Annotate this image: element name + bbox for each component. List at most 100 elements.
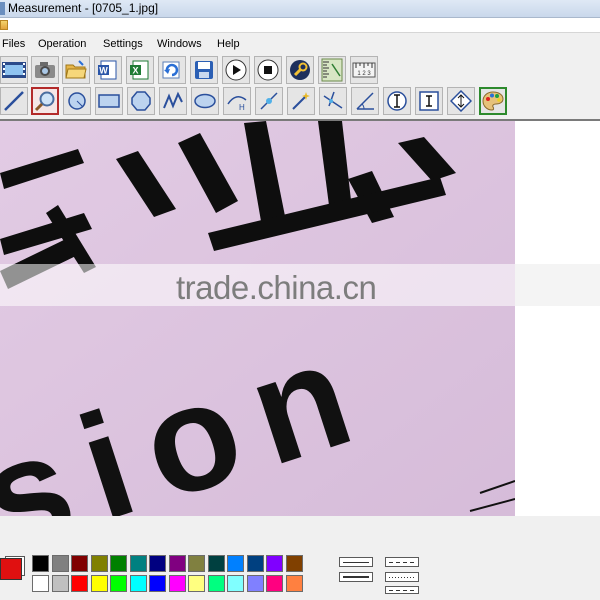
watermark-text: trade.china.cn <box>176 269 377 306</box>
color-swatch[interactable] <box>266 575 283 592</box>
color-swatch[interactable] <box>188 575 205 592</box>
zoom-tool-icon <box>34 91 55 112</box>
color-swatch[interactable] <box>168 575 186 592</box>
color-swatch[interactable] <box>110 575 127 592</box>
diamond-caliper-button[interactable] <box>447 87 475 115</box>
menu-windows[interactable]: Windows <box>157 38 202 50</box>
ruler-horizontal-button[interactable]: 1 2 3 <box>350 56 378 84</box>
camera-icon <box>35 62 55 78</box>
polygon-tool-button[interactable] <box>127 87 155 115</box>
point-measure-icon <box>260 92 278 110</box>
angle-icon <box>356 92 374 110</box>
perpendicular-icon <box>323 91 343 109</box>
rectangle-tool-button[interactable] <box>95 87 123 115</box>
color-swatch[interactable] <box>149 575 166 592</box>
svg-text:W: W <box>99 66 108 76</box>
color-swatch[interactable] <box>51 555 69 572</box>
video-capture-icon <box>2 62 26 78</box>
open-file-button[interactable] <box>62 56 90 84</box>
export-excel-button[interactable]: X <box>126 56 154 84</box>
svg-text:H: H <box>239 103 245 112</box>
image-canvas[interactable]: sion trade.china.cn <box>0 121 515 516</box>
color-swatch[interactable] <box>285 575 303 592</box>
perpendicular-button[interactable] <box>319 87 347 115</box>
word-export-icon: W <box>98 60 117 80</box>
color-swatch[interactable] <box>129 575 147 592</box>
settings-tool-button[interactable] <box>286 56 314 84</box>
export-word-button[interactable]: W <box>94 56 122 84</box>
color-swatch[interactable] <box>266 555 283 572</box>
canvas-blank-area <box>515 121 600 516</box>
color-swatch[interactable] <box>90 575 108 592</box>
color-swatch[interactable] <box>168 555 186 572</box>
title-bar: Measurement - [0705_1.jpg] <box>0 0 600 18</box>
line-tool-icon <box>4 91 24 111</box>
line-tool-button[interactable] <box>0 87 28 115</box>
vertical-caliper-button[interactable] <box>383 87 411 115</box>
color-swatch[interactable] <box>285 555 303 572</box>
color-swatch[interactable] <box>188 555 205 572</box>
menu-files[interactable]: Files <box>2 38 25 50</box>
wrench-icon <box>290 60 310 80</box>
color-swatch[interactable] <box>246 555 264 572</box>
arc-height-button[interactable]: H <box>223 87 251 115</box>
menu-operation[interactable]: Operation <box>38 38 86 50</box>
magic-wand-button[interactable] <box>287 87 315 115</box>
svg-text:X: X <box>132 66 138 76</box>
color-swatch[interactable] <box>71 555 88 572</box>
circle-tool-button[interactable] <box>63 87 91 115</box>
zoom-tool-button[interactable] <box>31 87 59 115</box>
wand-icon <box>292 92 310 110</box>
refresh-button[interactable] <box>158 56 186 84</box>
ruler-vertical-button[interactable] <box>318 56 346 84</box>
vertical-caliper-icon <box>387 91 407 111</box>
color-swatch[interactable] <box>32 575 49 592</box>
document-bar <box>0 18 600 33</box>
color-swatch[interactable] <box>246 575 264 592</box>
line-style-thick[interactable] <box>339 572 373 582</box>
main-toolbar: W X 1 2 3 <box>0 55 600 86</box>
rectangle-tool-icon <box>98 94 120 108</box>
horizontal-caliper-button[interactable] <box>415 87 443 115</box>
measurement-window: Measurement - [0705_1.jpg] Files Operati… <box>0 0 600 600</box>
ellipse-tool-button[interactable] <box>191 87 219 115</box>
color-swatch[interactable] <box>32 555 49 572</box>
color-swatch[interactable] <box>227 575 244 592</box>
svg-text:1 2 3: 1 2 3 <box>357 71 371 77</box>
color-swatch[interactable] <box>71 575 88 592</box>
excel-export-icon: X <box>130 60 149 80</box>
line-style-solid[interactable] <box>339 557 373 567</box>
line-style-dash[interactable] <box>385 557 419 567</box>
color-swatch[interactable] <box>51 575 69 592</box>
foreground-color-indicator[interactable] <box>0 558 22 580</box>
menu-help[interactable]: Help <box>217 38 240 50</box>
play-button[interactable] <box>222 56 250 84</box>
line-style-dashdot[interactable] <box>385 586 419 594</box>
document-icon[interactable] <box>0 20 8 30</box>
color-swatch[interactable] <box>110 555 127 572</box>
color-swatch[interactable] <box>90 555 108 572</box>
color-swatch[interactable] <box>129 555 147 572</box>
stop-button[interactable] <box>254 56 282 84</box>
diamond-caliper-icon <box>450 90 472 112</box>
color-swatch[interactable] <box>207 555 225 572</box>
ellipse-tool-icon <box>194 93 216 109</box>
app-icon <box>0 2 5 15</box>
ruler-horizontal-icon: 1 2 3 <box>352 62 376 78</box>
color-swatch[interactable] <box>227 555 244 572</box>
menu-settings[interactable]: Settings <box>103 38 143 50</box>
circle-tool-icon <box>68 92 86 110</box>
watermark-band-extension <box>515 264 600 306</box>
color-swatch[interactable] <box>207 575 225 592</box>
point-measure-button[interactable] <box>255 87 283 115</box>
refresh-icon <box>162 61 180 79</box>
video-capture-button[interactable] <box>0 56 28 84</box>
snapshot-button[interactable] <box>31 56 59 84</box>
save-button[interactable] <box>190 56 218 84</box>
color-swatch[interactable] <box>149 555 166 572</box>
line-style-dot[interactable] <box>385 572 419 582</box>
color-palette-button[interactable] <box>479 87 507 115</box>
angle-button[interactable] <box>351 87 379 115</box>
polyline-tool-button[interactable] <box>159 87 187 115</box>
palette-panel <box>0 516 600 600</box>
